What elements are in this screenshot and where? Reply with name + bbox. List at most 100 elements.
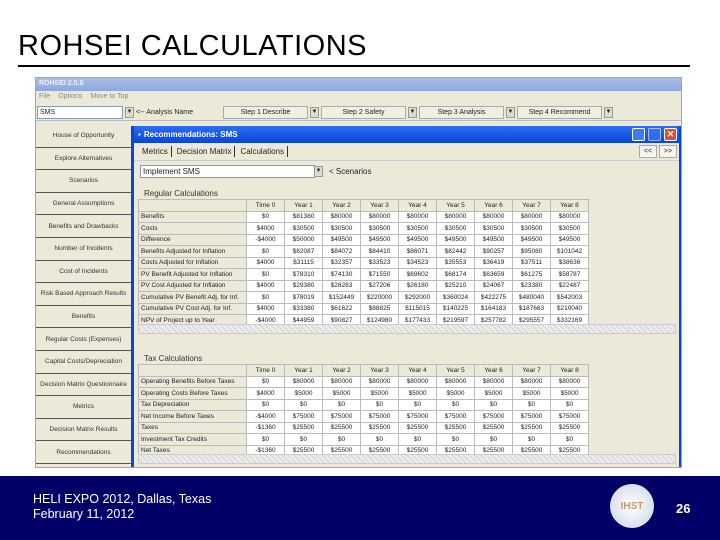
row-label: Net Income Before Taxes xyxy=(138,410,247,423)
table-cell: $49500 xyxy=(436,233,475,246)
horizontal-scrollbar[interactable] xyxy=(138,324,676,334)
minimize-icon[interactable] xyxy=(632,128,645,141)
column-header: Year 7 xyxy=(512,199,551,212)
step1-button[interactable]: Step 1 Describe xyxy=(223,105,308,119)
table-cell: $0 xyxy=(550,433,589,446)
table-cell: $25500 xyxy=(360,421,399,434)
sidebar-item[interactable]: Benefits and Drawbacks xyxy=(36,215,131,238)
row-label: Operating Benefits Before Taxes xyxy=(138,375,247,388)
column-header: Year 4 xyxy=(398,364,437,377)
recommendations-dialog: ▪ Recommendations: SMS ✕ Metrics Decisio… xyxy=(131,126,681,467)
table-cell: $220000 xyxy=(360,291,399,304)
table-cell: $49500 xyxy=(322,233,361,246)
table-cell: $75000 xyxy=(322,410,361,423)
table-cell: $0 xyxy=(398,433,437,446)
table-cell: $0 xyxy=(246,245,285,258)
chevron-down-icon[interactable]: ▼ xyxy=(506,106,515,118)
sidebar-item[interactable]: Decision Matrix Results xyxy=(36,418,131,442)
maximize-icon[interactable] xyxy=(648,128,661,141)
table-row: Operating Benefits Before Taxes $0 $80000 $… xyxy=(138,375,589,388)
step2-button[interactable]: Step 2 Safety xyxy=(321,105,406,119)
table-cell: $292000 xyxy=(398,291,437,304)
table-cell: $34523 xyxy=(398,256,437,269)
dialog-title: Recommendations: SMS xyxy=(143,130,238,139)
table-cell: $23380 xyxy=(512,279,551,292)
sidebar-item[interactable]: Explore Alternatives xyxy=(36,147,131,171)
table-cell: $82442 xyxy=(436,245,475,258)
column-header: Year 2 xyxy=(322,364,361,377)
table-row: PV Cost Adjusted for Inflation $4000 $2938… xyxy=(138,279,589,292)
table-cell: $49500 xyxy=(512,233,551,246)
table-cell: $4000 xyxy=(246,302,285,315)
tab-calculations[interactable]: Calculations xyxy=(237,146,289,157)
table-cell: $80000 xyxy=(360,375,399,388)
menu-file[interactable]: File xyxy=(39,93,50,102)
column-header: Year 7 xyxy=(512,364,551,377)
tab-decision-matrix[interactable]: Decision Matrix xyxy=(174,146,236,157)
close-icon[interactable]: ✕ xyxy=(664,128,677,141)
column-header: Year 1 xyxy=(284,199,323,212)
table-header-row: Time 0 Year 1 Year 2 Year 3 Year 4 Year 5 Year… xyxy=(138,364,589,377)
table-cell: $30500 xyxy=(398,222,437,235)
sidebar: House of Opportunity Explore Alternatives… xyxy=(36,125,131,464)
sidebar-item[interactable]: Cost of Incidents xyxy=(36,260,131,284)
table-cell: $80000 xyxy=(360,210,399,223)
sidebar-item[interactable]: Regular Costs (Expenses) xyxy=(36,328,131,351)
column-header: Year 5 xyxy=(436,364,475,377)
sidebar-item[interactable]: Scenarios xyxy=(36,170,131,193)
sidebar-item[interactable]: Recommendations xyxy=(36,441,131,464)
scenario-select[interactable]: Implement SMS xyxy=(140,165,315,178)
table-cell: $5000 xyxy=(550,387,589,400)
table-cell: $0 xyxy=(398,398,437,411)
tab-metrics[interactable]: Metrics xyxy=(139,146,172,157)
sidebar-item[interactable]: General Assumptions xyxy=(36,192,131,216)
analysis-select[interactable]: SMS xyxy=(37,105,123,119)
menu-bar: File Options Move to Top xyxy=(36,91,681,104)
table-row: PV Benefit Adjusted for Inflation $0 $7831… xyxy=(138,268,589,281)
sidebar-item[interactable]: Metrics xyxy=(36,396,131,419)
table-cell: $0 xyxy=(512,398,551,411)
table-cell: $75000 xyxy=(284,410,323,423)
table-cell: $4000 xyxy=(246,387,285,400)
menu-move-to-top[interactable]: Move to Top xyxy=(90,93,128,102)
chevron-down-icon[interactable]: ▼ xyxy=(408,106,417,118)
chevron-down-icon[interactable]: ▼ xyxy=(604,106,613,118)
row-label: Tax Depreciation xyxy=(138,398,247,411)
table-cell: $80000 xyxy=(474,210,513,223)
menu-options[interactable]: Options xyxy=(58,93,82,102)
table-cell: $75000 xyxy=(398,410,437,423)
table-cell: $37511 xyxy=(512,256,551,269)
table-cell: $360024 xyxy=(436,291,475,304)
sidebar-item[interactable]: Benefits xyxy=(36,305,131,329)
sidebar-item[interactable]: Capital Costs/Depreciation xyxy=(36,350,131,374)
table-cell: $69602 xyxy=(398,268,437,281)
table-cell: $0 xyxy=(512,433,551,446)
step4-button[interactable]: Step 4 Recommend xyxy=(517,105,602,119)
row-label: Cumulative PV Cost Adj. for Inf. xyxy=(138,302,247,315)
column-header: Year 6 xyxy=(474,199,513,212)
step3-button[interactable]: Step 3 Analysis xyxy=(419,105,504,119)
table-cell: $49500 xyxy=(398,233,437,246)
prev-button[interactable]: << xyxy=(639,145,657,158)
table-row: Benefits Adjusted for Inflation $0 $82087 $… xyxy=(138,245,589,258)
table-cell: $75000 xyxy=(474,410,513,423)
horizontal-scrollbar[interactable] xyxy=(138,454,676,464)
table-cell: $80000 xyxy=(322,375,361,388)
table-row: Cumulative PV Cost Adj. for Inf. $4000 $33… xyxy=(138,302,589,315)
chevron-down-icon[interactable]: ▼ xyxy=(314,166,323,177)
sidebar-item[interactable]: Risk Based Approach Results xyxy=(36,283,131,306)
chevron-down-icon[interactable]: ▼ xyxy=(125,106,134,118)
sidebar-item[interactable]: Number of Incidents xyxy=(36,237,131,261)
table-row: Difference -$4000 $50000 $49500 $49500 $49500… xyxy=(138,233,589,246)
next-button[interactable]: >> xyxy=(659,145,677,158)
sidebar-item[interactable]: Decision Matrix Questionnaire xyxy=(36,373,131,397)
column-header: Year 5 xyxy=(436,199,475,212)
table-cell: $49500 xyxy=(550,233,589,246)
sidebar-item[interactable]: House of Opportunity xyxy=(36,125,131,148)
table-cell: $164183 xyxy=(474,302,513,315)
app-icon: ▪ xyxy=(138,130,141,139)
chevron-down-icon[interactable]: ▼ xyxy=(310,106,319,118)
slide-title: ROHSEI CALCULATIONS xyxy=(18,30,367,62)
table-cell: $75000 xyxy=(512,410,551,423)
table-cell: $32357 xyxy=(322,256,361,269)
